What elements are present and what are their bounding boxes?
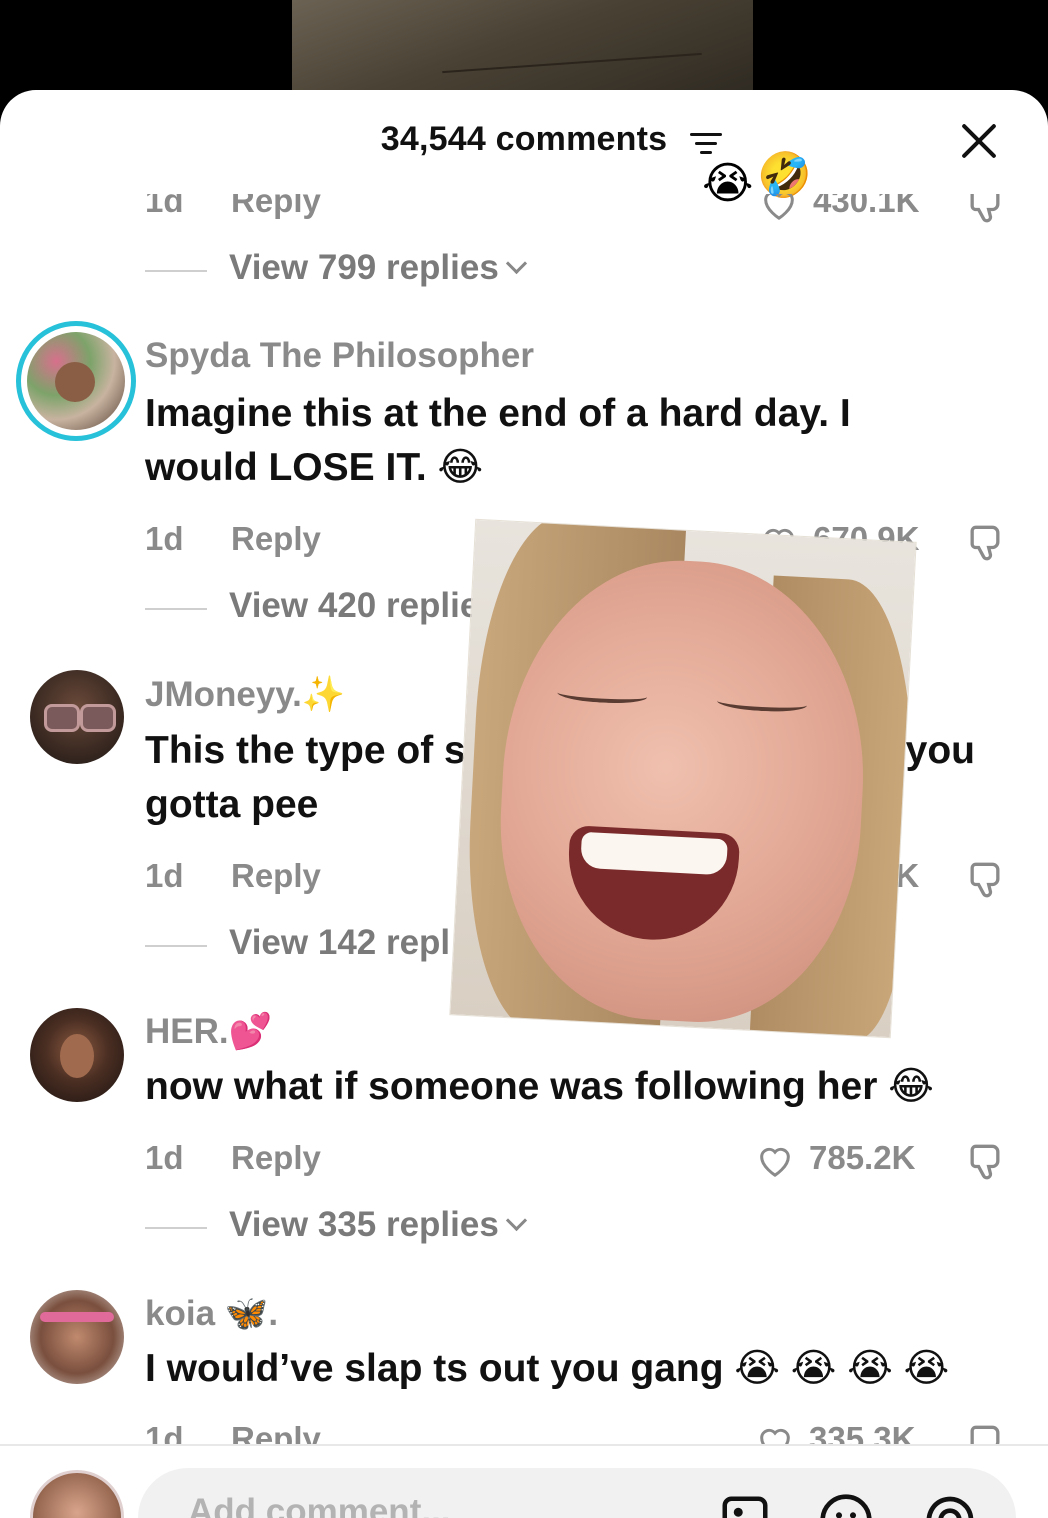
comments-sheet: 34,544 comments 😭 🤣 1d Reply 430.1K View…: [0, 90, 1048, 1518]
comment-meta-row: 1d Reply 335.3K: [145, 1420, 1015, 1444]
heart-icon: [760, 1147, 790, 1177]
comment-time: 1d: [145, 857, 184, 894]
like-button[interactable]: 335.3K: [753, 1420, 943, 1444]
comment-username[interactable]: HER.💕: [145, 1011, 272, 1052]
view-replies-label: View 142 repl: [229, 923, 451, 962]
filter-icon[interactable]: [690, 133, 722, 161]
dislike-icon[interactable]: [963, 1420, 1007, 1444]
reply-button[interactable]: Reply: [231, 520, 321, 558]
current-user-avatar: [30, 1470, 124, 1518]
image-icon[interactable]: [718, 1492, 772, 1518]
comment-text: I would’ve slap ts out you gang 😭 😭 😭 😭: [145, 1347, 950, 1390]
comment-time: 1d: [145, 1420, 184, 1444]
avatar[interactable]: [16, 321, 136, 441]
like-count: 430.1K: [813, 182, 920, 219]
like-count: 785.2K: [809, 1139, 916, 1176]
comment-time: 1d: [145, 1139, 184, 1176]
comments-header: 34,544 comments: [0, 120, 1048, 170]
reaction-sticker-image: [449, 518, 917, 1039]
add-comment-input[interactable]: Add comment...: [138, 1468, 1016, 1518]
avatar[interactable]: [30, 1290, 124, 1384]
like-button[interactable]: 785.2K: [753, 1139, 943, 1183]
like-count: 335.3K: [809, 1420, 916, 1444]
comment-time: 1d: [145, 182, 184, 219]
reply-button[interactable]: Reply: [231, 1139, 321, 1177]
comment-username[interactable]: koia 🦋.: [145, 1293, 278, 1334]
chevron-down-icon: [505, 1209, 527, 1232]
comment-username[interactable]: Spyda The Philosopher: [145, 336, 534, 376]
comment-time: 1d: [145, 520, 184, 557]
reply-button[interactable]: Reply: [231, 857, 321, 895]
comment-meta-row: 1d Reply 785.2K: [145, 1139, 1015, 1183]
comment-text: Imagine this at the end of a hard day. I…: [145, 392, 851, 489]
view-replies-label: View 335 replies: [229, 1205, 527, 1245]
add-comment-placeholder: Add comment...: [188, 1492, 451, 1518]
chevron-down-icon: [505, 252, 527, 275]
close-icon[interactable]: [958, 120, 1000, 162]
emoji-icon[interactable]: [818, 1492, 874, 1518]
video-frame[interactable]: [292, 0, 753, 95]
dislike-icon[interactable]: [963, 520, 1007, 564]
comment-text: now what if someone was following her 😂: [145, 1065, 934, 1108]
view-replies-label: View 420 replies: [229, 586, 499, 625]
comment-meta-row: 1d Reply 430.1K: [145, 182, 1015, 226]
reply-button[interactable]: Reply: [231, 1420, 321, 1444]
comments-count-title: 34,544 comments: [380, 120, 668, 158]
avatar[interactable]: [30, 670, 124, 764]
dislike-icon[interactable]: [963, 182, 1007, 226]
view-replies-label: View 799 replies: [229, 248, 527, 288]
avatar[interactable]: [30, 1008, 124, 1102]
dislike-icon[interactable]: [963, 1139, 1007, 1183]
comment-username[interactable]: JMoneyy.✨: [145, 674, 345, 715]
dislike-icon[interactable]: [963, 857, 1007, 901]
mention-icon[interactable]: [922, 1492, 978, 1518]
reply-button[interactable]: Reply: [231, 194, 321, 220]
heart-icon: [760, 1428, 790, 1444]
rofl-emoji-overlay: 🤣: [757, 151, 812, 200]
comment-composer: Add comment...: [0, 1446, 1048, 1518]
